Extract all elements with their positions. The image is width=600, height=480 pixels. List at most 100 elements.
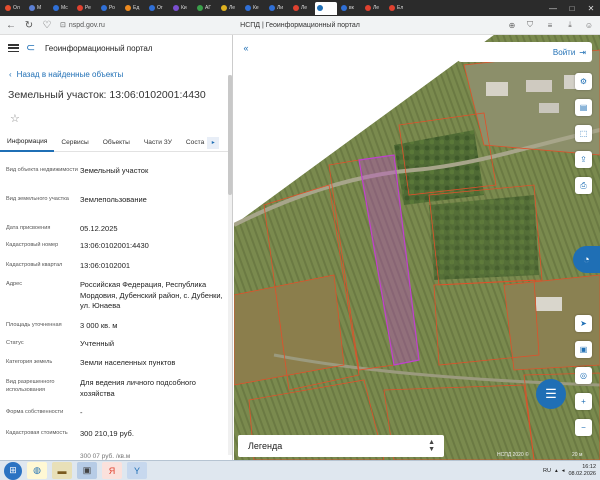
downloads-icon[interactable]: ⤓ xyxy=(564,19,576,31)
attr-value: Для ведения личного подсобного хозяйства xyxy=(80,378,196,398)
scrollbar-thumb[interactable] xyxy=(228,75,232,195)
tabs-scroll-right-icon[interactable]: ▸ xyxy=(207,136,220,149)
app-taskbar-icon[interactable]: ▣ xyxy=(77,462,97,479)
zoom-out-icon[interactable]: − xyxy=(575,419,592,436)
attr-value: Землепользование xyxy=(80,195,147,204)
close-window-button[interactable]: ✕ xyxy=(582,0,600,16)
attr-row-object-type: Вид объекта недвижимости Земельный участ… xyxy=(6,166,226,177)
attr-value: Учтенный xyxy=(80,339,115,348)
login-arrow-icon: ⇥ xyxy=(579,47,586,57)
attr-label: Кадастровый номер xyxy=(6,242,59,248)
attr-value: Российская Федерация, Республика Мордови… xyxy=(80,280,223,310)
login-button[interactable]: Войти ⇥ xyxy=(458,42,592,62)
attr-label: Вид земельного участка xyxy=(6,196,69,202)
browser-taskbar-icon[interactable]: ◍ xyxy=(27,462,47,479)
os-taskbar: ⊞ ◍ ▬ ▣ Я Y RU ▴ ◂ 16:12 08.02.2026 xyxy=(0,460,600,480)
profile-icon[interactable]: ☺ xyxy=(583,19,595,31)
browser-tab[interactable]: Ол xyxy=(3,2,25,15)
info-tabs: Информация Сервисы Объекты Части ЗУ Сост… xyxy=(0,134,229,152)
tab-composition[interactable]: Соста xyxy=(179,134,206,152)
attr-value: 3 000 кв. м xyxy=(80,321,118,330)
back-to-results-link[interactable]: ‹ Назад в найденные объекты xyxy=(9,70,123,79)
attr-label: Статус xyxy=(6,340,24,346)
tab-label: Ол xyxy=(13,5,20,11)
extensions-icon[interactable]: ⊕ xyxy=(506,19,518,31)
clock[interactable]: 16:12 08.02.2026 xyxy=(568,464,596,478)
browser-tab[interactable]: Ле xyxy=(291,2,313,15)
tab-label: Ро xyxy=(109,5,115,11)
reload-button[interactable]: ↻ xyxy=(22,18,36,32)
yandex-taskbar-icon[interactable]: Y xyxy=(127,462,147,479)
tab-label: Ке xyxy=(253,5,259,11)
favicon-icon xyxy=(365,5,371,11)
language-indicator[interactable]: RU xyxy=(543,468,551,474)
browser-tab[interactable]: М xyxy=(27,2,49,15)
menu-icon[interactable]: ≡ xyxy=(544,19,556,31)
attr-row-area: Площадь уточненная 3 000 кв. м xyxy=(6,321,226,332)
tab-list: Ол М Мс Ре Ро Ед Ог Ки АГ Ле Ке Ли Ле вк Ле Ел xyxy=(2,1,410,15)
url-field[interactable]: ⊡ nspd.gov.ru xyxy=(60,19,112,32)
locate-icon[interactable]: ◎ xyxy=(575,367,592,384)
favicon-icon xyxy=(389,5,395,11)
favicon-icon xyxy=(269,5,275,11)
panel-scrollbar[interactable] xyxy=(228,75,232,455)
tab-objects[interactable]: Объекты xyxy=(96,134,137,152)
legend-dropdown[interactable]: Легенда ▲ ▼ xyxy=(238,435,444,457)
minimize-button[interactable]: — xyxy=(544,0,562,16)
navigate-icon[interactable]: ➤ xyxy=(575,315,592,332)
clock-date: 08.02.2026 xyxy=(568,471,596,477)
tab-label: Ле xyxy=(373,5,380,11)
browser-tab[interactable]: Ке xyxy=(243,2,265,15)
basemap-icon[interactable]: ▣ xyxy=(575,341,592,358)
browser-tab[interactable]: АГ xyxy=(195,2,217,15)
browser-tab[interactable]: Мс xyxy=(51,2,73,15)
attr-value: 13:06:0102001 xyxy=(80,261,131,270)
login-label: Войти xyxy=(552,47,576,57)
chevron-left-icon: ‹ xyxy=(9,70,12,79)
hamburger-menu-icon[interactable] xyxy=(8,44,19,52)
browser-tab[interactable]: Ли xyxy=(267,2,289,15)
browser-tab[interactable]: Ле xyxy=(219,2,241,15)
network-icon[interactable]: ▴ xyxy=(555,468,558,474)
select-area-icon[interactable]: ⬚ xyxy=(575,125,592,142)
print-icon[interactable]: ⎙ xyxy=(575,177,592,194)
favicon-icon xyxy=(293,5,299,11)
yandex-browser-taskbar-icon[interactable]: Я xyxy=(102,462,122,479)
share-icon[interactable]: ⇪ xyxy=(575,151,592,168)
browser-tab[interactable]: Ог xyxy=(147,2,169,15)
back-nav-button[interactable]: ← xyxy=(4,18,18,32)
browser-tab[interactable]: Ед xyxy=(123,2,145,15)
browser-tab[interactable]: вк xyxy=(339,2,361,15)
legend-label: Легенда xyxy=(248,441,283,451)
ruler-icon[interactable]: ▤ xyxy=(575,99,592,116)
start-button-icon[interactable]: ⊞ xyxy=(4,461,22,480)
attr-label: Вид разрешенного использования xyxy=(6,379,55,393)
attr-value: - xyxy=(80,408,83,417)
browser-tab[interactable] xyxy=(315,1,337,15)
menu-fab-icon[interactable]: ☰ xyxy=(536,379,566,409)
bookmark-icon[interactable]: ♡ xyxy=(40,18,54,32)
favicon-icon xyxy=(5,5,11,11)
file-explorer-taskbar-icon[interactable]: ▬ xyxy=(52,462,72,479)
browser-tab[interactable]: Ро xyxy=(99,2,121,15)
tab-information[interactable]: Информация xyxy=(0,134,55,152)
star-icon[interactable]: ☆ xyxy=(10,112,20,125)
zoom-in-icon[interactable]: + xyxy=(575,393,592,410)
attr-label: Вид объекта недвижимости xyxy=(6,167,78,173)
tab-parcel-parts[interactable]: Части ЗУ xyxy=(137,134,179,152)
browser-tab[interactable]: Ле xyxy=(363,2,385,15)
attr-label: Адрес xyxy=(6,281,23,287)
attr-row-address: Адрес Российская Федерация, Республика М… xyxy=(6,280,226,312)
attr-value: 05.12.2025 xyxy=(80,224,118,233)
shield-icon[interactable]: ⛉ xyxy=(524,19,536,31)
browser-tab[interactable]: Ел xyxy=(387,2,409,15)
portal-name: Геоинформационный портал xyxy=(45,43,153,53)
browser-tab[interactable]: Ре xyxy=(75,2,97,15)
volume-icon[interactable]: ◂ xyxy=(562,468,565,474)
layers-settings-icon[interactable]: ⚙ xyxy=(575,73,592,90)
browser-tab[interactable]: Ки xyxy=(171,2,193,15)
side-panel-tab-icon[interactable]: ◔ xyxy=(573,246,600,273)
tab-services[interactable]: Сервисы xyxy=(54,134,95,152)
collapse-panel-button[interactable]: « xyxy=(238,40,254,56)
maximize-button[interactable]: □ xyxy=(563,0,581,16)
